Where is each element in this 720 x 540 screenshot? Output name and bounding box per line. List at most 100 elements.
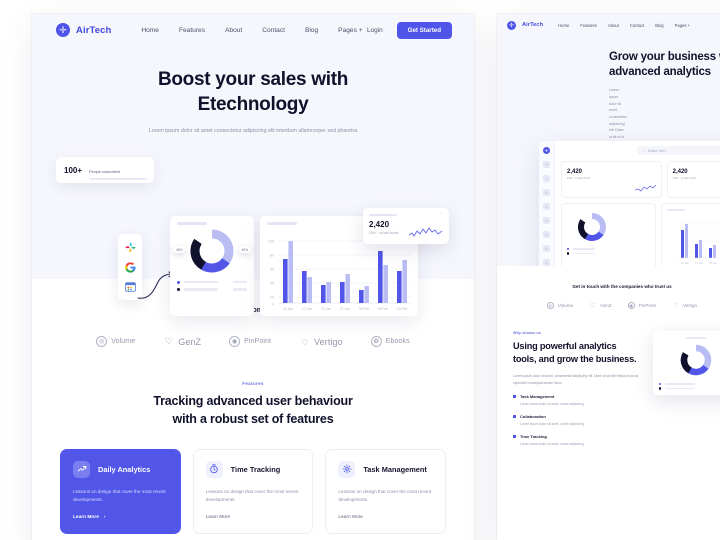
nav-link-home[interactable]: Home: [558, 23, 569, 28]
bell-icon[interactable]: ◦: [543, 175, 550, 182]
brand-logo-secondary[interactable]: ✛ AirTech: [507, 20, 543, 30]
nav-link-contact[interactable]: Contact: [630, 23, 644, 28]
bar-chart-card: 11 Jan17 Jan22 Jan 27 Jan03 Feb08 Feb 13…: [660, 203, 720, 266]
stopwatch-icon: [205, 460, 223, 478]
logo-genz[interactable]: ♡ GenZ: [163, 336, 201, 347]
legend-label-line: [665, 383, 696, 385]
logo-pinpoint[interactable]: ◉ PinPoint: [627, 302, 656, 309]
donut-legend-row-1: [659, 383, 720, 386]
logo-label: GenZ: [600, 303, 612, 308]
feature-card-header: Daily Analytics: [73, 460, 168, 478]
feature-card-task-management[interactable]: Task Management Lessons on design that c…: [325, 448, 447, 535]
folder-icon[interactable]: ▪: [543, 245, 550, 252]
subscriber-label: People subscribed: [89, 170, 121, 174]
nav-link-pages[interactable]: Pages +: [338, 27, 362, 34]
logo-label: PinPoint: [244, 338, 272, 345]
nav-link-home[interactable]: Home: [141, 27, 159, 34]
svg-text:0: 0: [272, 302, 274, 306]
heart-icon: ♡: [589, 303, 596, 309]
hero-title-line1: Grow your business with: [609, 51, 720, 63]
calendar-icon: [124, 280, 137, 293]
logo-vertigo[interactable]: ◌ Vertigo: [672, 302, 697, 309]
chat-icon[interactable]: ▪: [543, 259, 550, 266]
svg-text:11 Jan: 11 Jan: [681, 261, 689, 265]
placeholder-title-line: [686, 337, 706, 339]
logo-label: Volume: [557, 303, 574, 308]
bar-card-header: [666, 209, 720, 211]
feature-card-daily-analytics[interactable]: Daily Analytics Lessons on design that c…: [60, 448, 181, 535]
nav-link-blog[interactable]: Blog: [305, 27, 318, 34]
logo-volume[interactable]: ◎ Volume: [96, 336, 135, 347]
stat-value: 2,420: [672, 169, 688, 175]
features-title: Tracking advanced user behaviour with a …: [32, 393, 474, 429]
feature-card-time-tracking[interactable]: Time Tracking Lessons on design that cov…: [192, 448, 314, 535]
learn-more-label: Learn More: [73, 515, 99, 521]
feature-cards: Daily Analytics Lessons on design that c…: [32, 448, 474, 535]
logo-vertigo[interactable]: ◌ Vertigo: [299, 336, 343, 348]
calendar-icon[interactable]: ▪: [543, 231, 550, 238]
legend-value-line: [233, 288, 247, 291]
logo-ebooks[interactable]: ❂ Ebooks: [370, 336, 410, 347]
donut-chart-card: [561, 203, 656, 266]
donut-legend-row-2: [659, 387, 720, 390]
placeholder-title-line: [369, 213, 397, 217]
swirl-icon: ◌: [673, 302, 678, 309]
pin-icon[interactable]: ▪: [543, 203, 550, 210]
learn-more-link[interactable]: Learn More ›: [73, 515, 168, 520]
placeholder-title-line: [267, 222, 297, 225]
why-choose-us-section: Why choose us Using powerful analytics t…: [497, 309, 720, 446]
lock-icon[interactable]: ▪: [543, 189, 550, 196]
logo-label: Volume: [111, 338, 136, 345]
hero-title-line2: Etechnology: [197, 93, 309, 115]
feature-card-body: Lessons on design that cover the most re…: [338, 488, 432, 502]
page-title-secondary: Grow your business with advanced analyti…: [497, 50, 720, 80]
svg-text:11 Jan: 11 Jan: [283, 307, 293, 311]
features-title-line2: with a robust set of features: [172, 411, 334, 426]
grid-icon[interactable]: ✛: [543, 147, 550, 154]
logo-pinpoint[interactable]: ◉ PinPoint: [229, 336, 271, 347]
feature-card-title: Daily Analytics: [98, 464, 151, 474]
legend-dot: [567, 252, 570, 255]
legend-dot: [659, 387, 662, 390]
stat-caption: 10% ↑ vs last month: [567, 177, 591, 180]
learn-more-link[interactable]: Learn More: [338, 515, 433, 520]
login-link[interactable]: Login: [367, 27, 383, 34]
nav-link-about[interactable]: About: [608, 23, 619, 28]
trust-logos: ◎ Volume ♡ GenZ ◉ PinPoint ◌ Vertigo ❂ E…: [32, 336, 474, 348]
nav-link-about[interactable]: About: [225, 27, 242, 34]
legend-label-line: [184, 281, 219, 284]
donut-chart: [578, 213, 606, 241]
placeholder-title-line: [666, 209, 685, 211]
logo-volume[interactable]: ◎ Volume: [546, 302, 574, 309]
donut-chart: [680, 344, 712, 376]
nav-link-features[interactable]: Features: [580, 23, 597, 28]
brand-logo[interactable]: ✛ AirTech: [56, 23, 111, 37]
svg-text:17 Jan: 17 Jan: [695, 261, 703, 265]
nav-link-pages[interactable]: Pages +: [675, 23, 690, 28]
plus-circle-icon: ✛: [56, 23, 70, 37]
features-title-line1: Tracking advanced user behaviour: [153, 394, 353, 408]
placeholder-line: [89, 178, 148, 180]
search-input[interactable]: ⌕ Search here...: [637, 146, 720, 155]
list-icon[interactable]: ▪: [543, 217, 550, 224]
search-icon: ⌕: [643, 148, 645, 153]
navbar-secondary: ✛ AirTech Home Features About Contact Bl…: [497, 14, 720, 36]
page-canvas: ✛ AirTech Home Features About Contact Bl…: [0, 0, 720, 540]
hero-section-secondary: Grow your business with advanced analyti…: [497, 36, 720, 266]
bullet-square-icon: [513, 434, 516, 438]
sparkline-icon: [634, 184, 656, 192]
nav-link-contact[interactable]: Contact: [262, 27, 285, 34]
donut-legend-row-2: [170, 287, 254, 292]
get-started-button[interactable]: Get Started: [396, 21, 452, 39]
landing-page-panel: ✛ AirTech Home Features About Contact Bl…: [32, 14, 474, 540]
plus-icon[interactable]: +: [543, 161, 550, 168]
learn-more-link[interactable]: Learn More: [206, 515, 301, 520]
logo-label: PinPoint: [638, 303, 656, 308]
bar-chart: 11 Jan17 Jan22 Jan 27 Jan03 Feb08 Feb 13…: [676, 221, 720, 265]
legend-label-line: [184, 288, 219, 291]
logo-label: GenZ: [178, 336, 202, 347]
more-options-icon[interactable]: ⋮: [438, 213, 443, 218]
nav-link-features[interactable]: Features: [179, 27, 205, 34]
nav-link-blog[interactable]: Blog: [655, 23, 663, 28]
logo-genz[interactable]: ♡ GenZ: [589, 302, 612, 309]
